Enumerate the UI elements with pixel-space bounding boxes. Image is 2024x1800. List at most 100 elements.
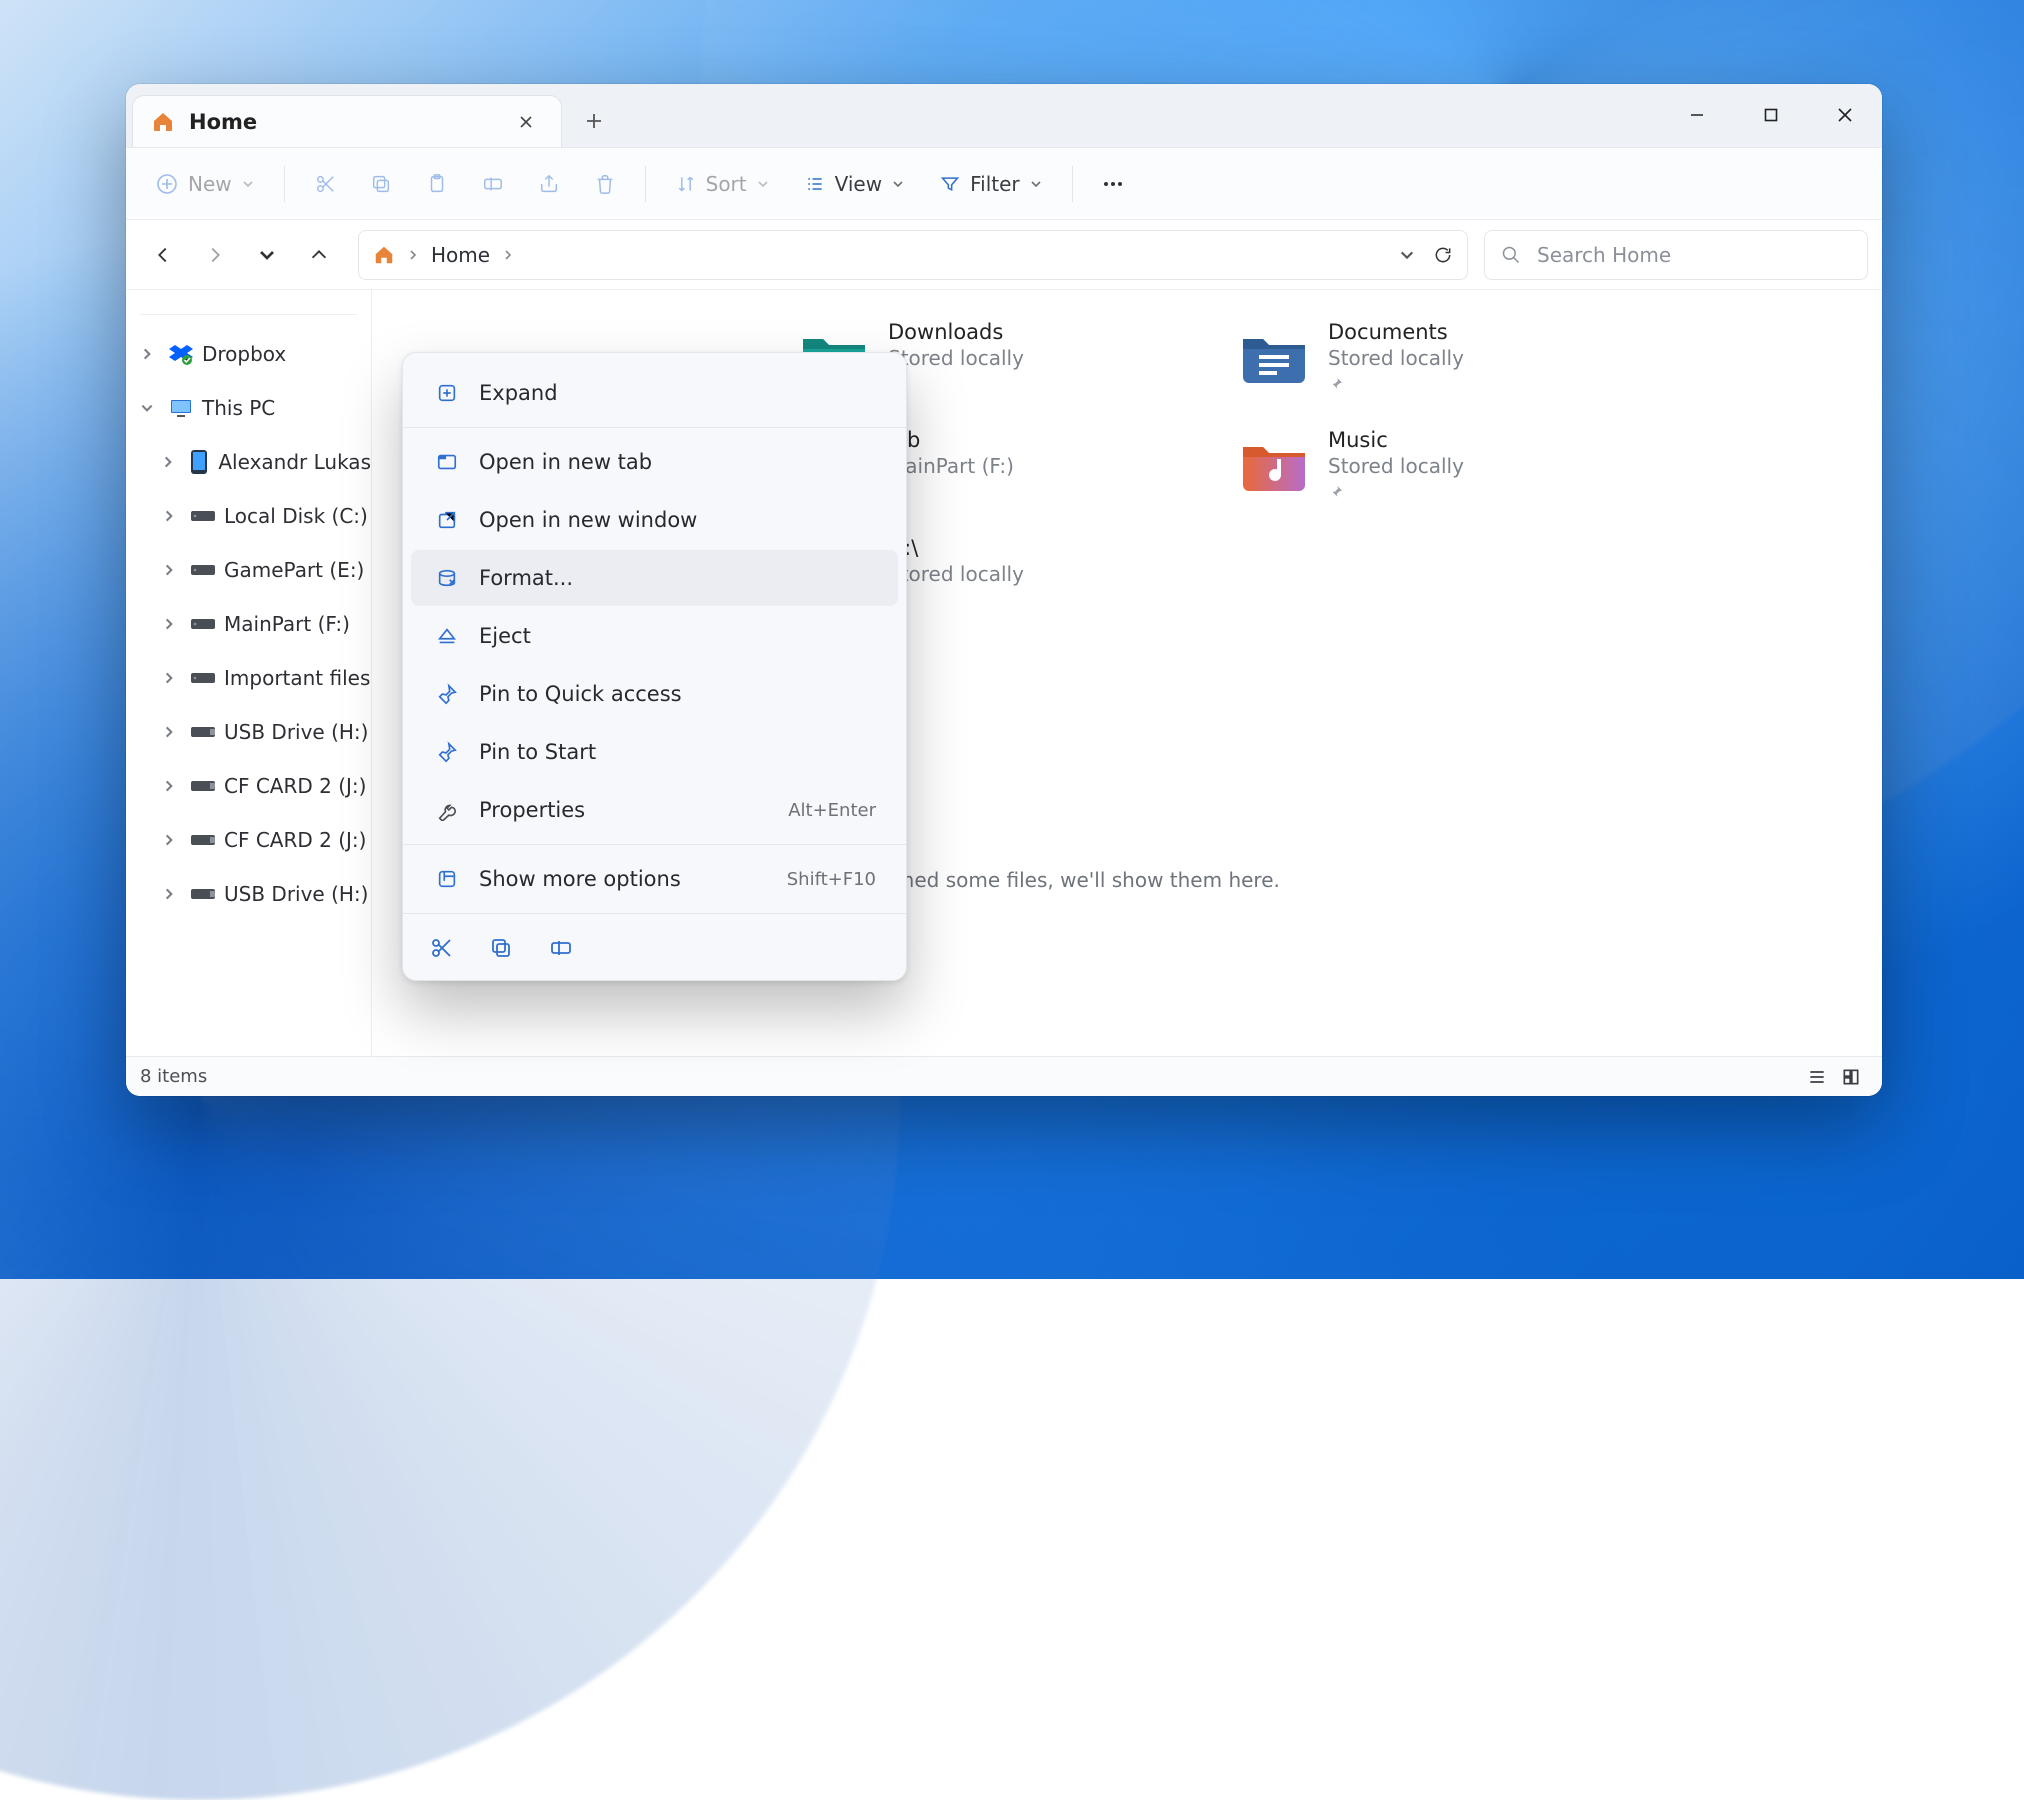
context-separator	[403, 427, 906, 428]
thumbnails-view-button[interactable]	[1834, 1063, 1868, 1091]
breadcrumb-separator	[407, 249, 419, 261]
context-item[interactable]: Show more optionsShift+F10	[411, 851, 898, 907]
share-button[interactable]	[525, 162, 573, 206]
drive-icon	[190, 557, 216, 583]
chevron-down-icon[interactable]	[134, 401, 160, 415]
sidebar-item-label: Important files	[224, 666, 370, 690]
format-icon	[433, 564, 461, 592]
sidebar-item[interactable]: USB Drive (H:)	[126, 705, 371, 759]
sort-icon	[676, 174, 696, 194]
address-dropdown-button[interactable]	[1399, 247, 1415, 263]
sidebar-item-label: Alexandr Lukas	[218, 450, 371, 474]
rename-icon[interactable]	[545, 932, 577, 964]
tab-close-button[interactable]	[509, 105, 543, 139]
chevron-right-icon[interactable]	[156, 509, 182, 523]
chevron-right-icon[interactable]	[134, 347, 160, 361]
ellipsis-icon	[1101, 172, 1125, 196]
sidebar-item[interactable]: GamePart (E:)	[126, 543, 371, 597]
folder-subtitle: Stored locally	[1328, 346, 1464, 370]
sidebar-item[interactable]: MainPart (F:)	[126, 597, 371, 651]
context-item-label: Expand	[479, 381, 558, 405]
up-button[interactable]	[296, 232, 342, 278]
search-input[interactable]	[1535, 242, 1851, 268]
trash-icon	[594, 173, 616, 195]
documents-icon	[1238, 320, 1310, 392]
active-tab[interactable]: Home	[132, 95, 562, 147]
forward-button[interactable]	[192, 232, 238, 278]
search-box[interactable]	[1484, 230, 1868, 280]
chevron-right-icon[interactable]	[156, 725, 182, 739]
new-tab-button[interactable]	[568, 95, 620, 147]
pc-icon	[168, 395, 194, 421]
sidebar-item[interactable]: CF CARD 2 (J:)	[126, 759, 371, 813]
home-icon	[151, 110, 175, 134]
music-icon	[1238, 428, 1310, 500]
sidebar-item[interactable]: Alexandr Lukas	[126, 435, 371, 489]
chevron-right-icon[interactable]	[156, 563, 182, 577]
view-button[interactable]: View	[791, 162, 918, 206]
context-item[interactable]: Expand	[411, 365, 898, 421]
chevron-right-icon[interactable]	[156, 671, 182, 685]
paste-button[interactable]	[413, 162, 461, 206]
context-toolbar	[403, 920, 906, 970]
dropbox-icon	[168, 341, 194, 367]
recent-locations-button[interactable]	[244, 232, 290, 278]
pinned-files-hint: you've pinned some files, we'll show the…	[798, 868, 1846, 892]
drive-icon	[190, 665, 216, 691]
context-item[interactable]: Pin to Quick access	[411, 666, 898, 722]
openwin-icon	[433, 506, 461, 534]
new-button[interactable]: New	[142, 162, 268, 206]
breadcrumb-root[interactable]: Home	[431, 243, 490, 267]
context-item[interactable]: Eject	[411, 608, 898, 664]
context-item[interactable]: Pin to Start	[411, 724, 898, 780]
context-shortcut: Shift+F10	[787, 869, 876, 890]
folder-subtitle: Stored locally	[1328, 454, 1464, 478]
toolbar: New Sort Vie	[126, 148, 1882, 220]
folder-item[interactable]: MusicStored locally	[1238, 428, 1618, 500]
filter-button[interactable]: Filter	[926, 162, 1056, 206]
chevron-down-icon	[1030, 178, 1042, 190]
sidebar-item[interactable]: Local Disk (C:)	[126, 489, 371, 543]
rename-button[interactable]	[469, 162, 517, 206]
nav-row: Home	[126, 220, 1882, 290]
context-item[interactable]: Open in new window	[411, 492, 898, 548]
folder-subtitle: Stored locally	[888, 346, 1024, 370]
context-item[interactable]: Format...	[411, 550, 898, 606]
back-button[interactable]	[140, 232, 186, 278]
sidebar-item[interactable]: This PC	[126, 381, 371, 435]
chevron-right-icon[interactable]	[156, 887, 182, 901]
cut-icon[interactable]	[425, 932, 457, 964]
context-item[interactable]: Open in new tab	[411, 434, 898, 490]
details-view-button[interactable]	[1800, 1063, 1834, 1091]
folder-name: Documents	[1328, 320, 1464, 344]
sort-button[interactable]: Sort	[662, 162, 783, 206]
status-bar: 8 items	[126, 1056, 1882, 1096]
tab-title: Home	[189, 110, 495, 134]
chevron-right-icon[interactable]	[156, 617, 182, 631]
chevron-right-icon[interactable]	[156, 779, 182, 793]
minimize-button[interactable]	[1660, 84, 1734, 147]
context-shortcut: Alt+Enter	[788, 800, 876, 821]
sidebar-item[interactable]: CF CARD 2 (J:)	[126, 813, 371, 867]
context-item-label: Pin to Quick access	[479, 682, 682, 706]
close-window-button[interactable]	[1808, 84, 1882, 147]
copy-icon[interactable]	[485, 932, 517, 964]
sidebar-item[interactable]: USB Drive (H:)	[126, 867, 371, 921]
address-bar[interactable]: Home	[358, 230, 1468, 280]
context-item[interactable]: PropertiesAlt+Enter	[411, 782, 898, 838]
sidebar-item-label: MainPart (F:)	[224, 612, 350, 636]
maximize-button[interactable]	[1734, 84, 1808, 147]
chevron-right-icon[interactable]	[156, 455, 179, 469]
sidebar-item[interactable]: Important files	[126, 651, 371, 705]
more-button[interactable]	[1089, 162, 1137, 206]
delete-button[interactable]	[581, 162, 629, 206]
copy-button[interactable]	[357, 162, 405, 206]
refresh-button[interactable]	[1433, 245, 1453, 265]
folder-item[interactable]: DocumentsStored locally	[1238, 320, 1618, 392]
chevron-right-icon[interactable]	[156, 833, 182, 847]
cut-button[interactable]	[301, 162, 349, 206]
sidebar-item-label: CF CARD 2 (J:)	[224, 774, 366, 798]
sidebar-item[interactable]: Dropbox	[126, 327, 371, 381]
context-separator	[403, 913, 906, 914]
clipboard-icon	[426, 173, 448, 195]
